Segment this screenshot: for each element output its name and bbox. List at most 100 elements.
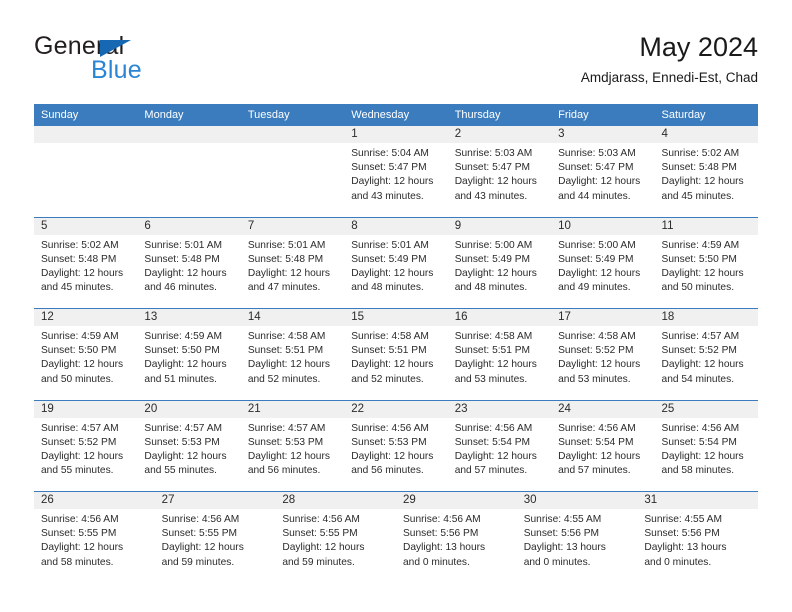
day-detail-line: Daylight: 12 hours (661, 176, 744, 188)
calendar-day-cell[interactable]: 11 Sunrise: 4:59 AM Sunset: 5:50 PM Dayligh… (654, 217, 758, 309)
day-detail-line: and 49 minutes. (558, 282, 631, 294)
day-number: 1 (344, 126, 448, 143)
day-number: 8 (344, 217, 448, 235)
day-detail-line: Sunset: 5:51 PM (247, 345, 324, 357)
day-number: 7 (240, 217, 345, 235)
calendar-week-row: 12 Sunrise: 4:59 AM Sunset: 5:50 PM Dayligh… (34, 308, 758, 400)
day-detail-line: Daylight: 12 hours (454, 359, 537, 371)
calendar-day-cell[interactable]: 29 Sunrise: 4:56 AM Sunset: 5:56 PM Dayligh… (396, 492, 517, 583)
day-detail-line: Sunrise: 4:59 AM (661, 239, 740, 251)
day-detail-line: and 0 minutes. (403, 556, 470, 568)
calendar-day-cell[interactable]: 31 Sunrise: 4:55 AM Sunset: 5:56 PM Dayligh… (637, 492, 759, 583)
day-detail-line: Sunset: 5:48 PM (144, 253, 220, 265)
day-detail-line: Daylight: 12 hours (41, 542, 124, 554)
calendar-day-cell[interactable]: 20 Sunrise: 4:57 AM Sunset: 5:53 PM Dayligh… (137, 400, 241, 492)
day-detail-line: and 55 minutes. (41, 465, 114, 477)
calendar-day-cell[interactable]: 7 Sunrise: 5:01 AM Sunset: 5:48 PM Daylight… (240, 217, 345, 309)
day-number: 6 (137, 217, 241, 235)
day-detail-line: Sunrise: 4:56 AM (282, 514, 360, 525)
calendar-day-cell[interactable]: 15 Sunrise: 4:58 AM Sunset: 5:51 PM Dayligh… (344, 309, 448, 400)
day-detail-line: and 59 minutes. (161, 556, 235, 568)
day-detail-line: Sunset: 5:49 PM (558, 253, 634, 265)
day-detail-line: Sunrise: 4:56 AM (351, 422, 429, 434)
calendar-day-cell[interactable]: 4 Sunrise: 5:02 AM Sunset: 5:48 PM Daylight… (654, 126, 758, 217)
day-number: 13 (137, 309, 241, 326)
day-number: 9 (447, 217, 552, 235)
day-detail-line: Sunrise: 4:56 AM (161, 514, 240, 525)
calendar-day-cell[interactable]: 19 Sunrise: 4:57 AM Sunset: 5:52 PM Dayligh… (34, 400, 138, 492)
day-details: Sunrise: 4:58 AM Sunset: 5:51 PM Daylight:… (448, 326, 551, 387)
day-number: 15 (344, 309, 448, 326)
day-number: 21 (240, 400, 345, 418)
day-detail-line: Sunrise: 4:56 AM (403, 514, 481, 525)
calendar-day-cell[interactable]: 25 Sunrise: 4:56 AM Sunset: 5:54 PM Dayligh… (654, 400, 758, 492)
calendar-day-cell[interactable]: 12 Sunrise: 4:59 AM Sunset: 5:50 PM Dayligh… (34, 309, 138, 400)
calendar-day-cell[interactable]: 17 Sunrise: 4:58 AM Sunset: 5:52 PM Dayligh… (551, 309, 655, 400)
day-detail-line: Sunrise: 5:01 AM (144, 239, 223, 251)
day-detail-line: Sunrise: 4:58 AM (247, 331, 326, 342)
day-detail-line: Sunset: 5:50 PM (41, 345, 117, 357)
calendar-day-cell[interactable]: 23 Sunrise: 4:56 AM Sunset: 5:54 PM Dayligh… (447, 400, 552, 492)
calendar-day-cell[interactable]: 5 Sunrise: 5:02 AM Sunset: 5:48 PM Daylight… (34, 217, 138, 309)
day-detail-line: Sunrise: 4:57 AM (661, 331, 740, 342)
day-detail-line: Daylight: 12 hours (454, 176, 537, 188)
day-number: 18 (654, 309, 758, 326)
day-detail-line: Daylight: 12 hours (454, 450, 537, 462)
day-detail-line: Sunrise: 4:57 AM (247, 422, 326, 434)
calendar-day-cell[interactable]: 28 Sunrise: 4:56 AM Sunset: 5:55 PM Dayligh… (275, 492, 397, 583)
calendar-cell-empty (240, 126, 345, 217)
weekday-header-thursday: Thursday (454, 109, 501, 121)
calendar-day-cell[interactable]: 27 Sunrise: 4:56 AM Sunset: 5:55 PM Dayligh… (154, 492, 276, 583)
day-detail-line: and 56 minutes. (247, 465, 321, 477)
day-detail-line: and 51 minutes. (144, 373, 217, 385)
calendar-day-cell[interactable]: 26 Sunrise: 4:56 AM Sunset: 5:55 PM Dayligh… (34, 492, 155, 583)
day-detail-line: Daylight: 12 hours (41, 359, 124, 371)
calendar-week-row: 1 Sunrise: 5:04 AM Sunset: 5:47 PM Daylight… (34, 126, 758, 217)
day-detail-line: Sunrise: 4:58 AM (454, 331, 533, 342)
day-number: 30 (516, 492, 638, 509)
day-detail-line: Sunrise: 4:56 AM (558, 422, 636, 434)
calendar-day-cell[interactable]: 18 Sunrise: 4:57 AM Sunset: 5:52 PM Dayligh… (654, 309, 758, 400)
day-detail-line: Daylight: 12 hours (661, 450, 744, 462)
day-detail-line: Sunset: 5:47 PM (351, 162, 427, 174)
page-header: General Blue May 2024 Amdjarass, Ennedi-… (34, 30, 758, 98)
calendar-day-cell[interactable]: 10 Sunrise: 5:00 AM Sunset: 5:49 PM Dayligh… (551, 217, 655, 309)
day-detail-line: Daylight: 12 hours (558, 359, 641, 371)
day-detail-line: Daylight: 13 hours (403, 542, 486, 554)
day-number: 25 (654, 400, 758, 418)
day-detail-line: and 0 minutes. (523, 556, 591, 568)
calendar-day-cell[interactable]: 13 Sunrise: 4:59 AM Sunset: 5:50 PM Dayligh… (137, 309, 241, 400)
calendar-day-cell[interactable]: 22 Sunrise: 4:56 AM Sunset: 5:53 PM Dayligh… (344, 400, 448, 492)
calendar-day-cell[interactable]: 1 Sunrise: 5:04 AM Sunset: 5:47 PM Daylight… (344, 126, 448, 217)
weekday-header-monday: Monday (144, 109, 184, 121)
day-number: 24 (551, 400, 655, 418)
brand-logo[interactable]: General Blue (34, 32, 274, 94)
day-detail-line: and 0 minutes. (644, 556, 712, 568)
calendar-day-cell[interactable]: 2 Sunrise: 5:03 AM Sunset: 5:47 PM Daylight… (447, 126, 552, 217)
calendar-day-cell[interactable]: 9 Sunrise: 5:00 AM Sunset: 5:49 PM Daylight… (447, 217, 552, 309)
day-detail-line: Sunset: 5:48 PM (41, 253, 117, 265)
page-title: May 2024 (639, 32, 758, 62)
day-number: 2 (447, 126, 552, 143)
calendar-cell-empty (34, 126, 138, 217)
day-detail-line: Daylight: 13 hours (523, 542, 606, 554)
day-details (34, 143, 137, 147)
calendar-day-cell[interactable]: 14 Sunrise: 4:58 AM Sunset: 5:51 PM Dayligh… (240, 309, 345, 400)
day-detail-line: and 56 minutes. (351, 465, 424, 477)
day-detail-line: Sunset: 5:49 PM (351, 253, 427, 265)
day-detail-line: Daylight: 12 hours (144, 359, 227, 371)
day-details: Sunrise: 4:55 AM Sunset: 5:56 PM Daylight:… (517, 509, 638, 570)
weekday-header-row: Sunday Monday Tuesday Wednesday Thursday Frid… (34, 104, 758, 126)
calendar-day-cell[interactable]: 24 Sunrise: 4:56 AM Sunset: 5:54 PM Dayligh… (551, 400, 655, 492)
day-detail-line: Sunrise: 5:04 AM (351, 148, 429, 159)
day-detail-line: Sunset: 5:52 PM (41, 436, 117, 448)
calendar-day-cell[interactable]: 16 Sunrise: 4:58 AM Sunset: 5:51 PM Dayligh… (447, 309, 552, 400)
calendar-day-cell[interactable]: 8 Sunrise: 5:01 AM Sunset: 5:49 PM Daylight… (344, 217, 448, 309)
day-detail-line: Daylight: 12 hours (351, 267, 434, 279)
calendar-day-cell[interactable]: 21 Sunrise: 4:57 AM Sunset: 5:53 PM Dayligh… (240, 400, 345, 492)
day-number: 29 (396, 492, 517, 509)
calendar-day-cell[interactable]: 3 Sunrise: 5:03 AM Sunset: 5:47 PM Daylight… (551, 126, 655, 217)
calendar-day-cell[interactable]: 6 Sunrise: 5:01 AM Sunset: 5:48 PM Daylight… (137, 217, 241, 309)
day-number: 31 (637, 492, 759, 509)
calendar-day-cell[interactable]: 30 Sunrise: 4:55 AM Sunset: 5:56 PM Dayligh… (516, 492, 638, 583)
